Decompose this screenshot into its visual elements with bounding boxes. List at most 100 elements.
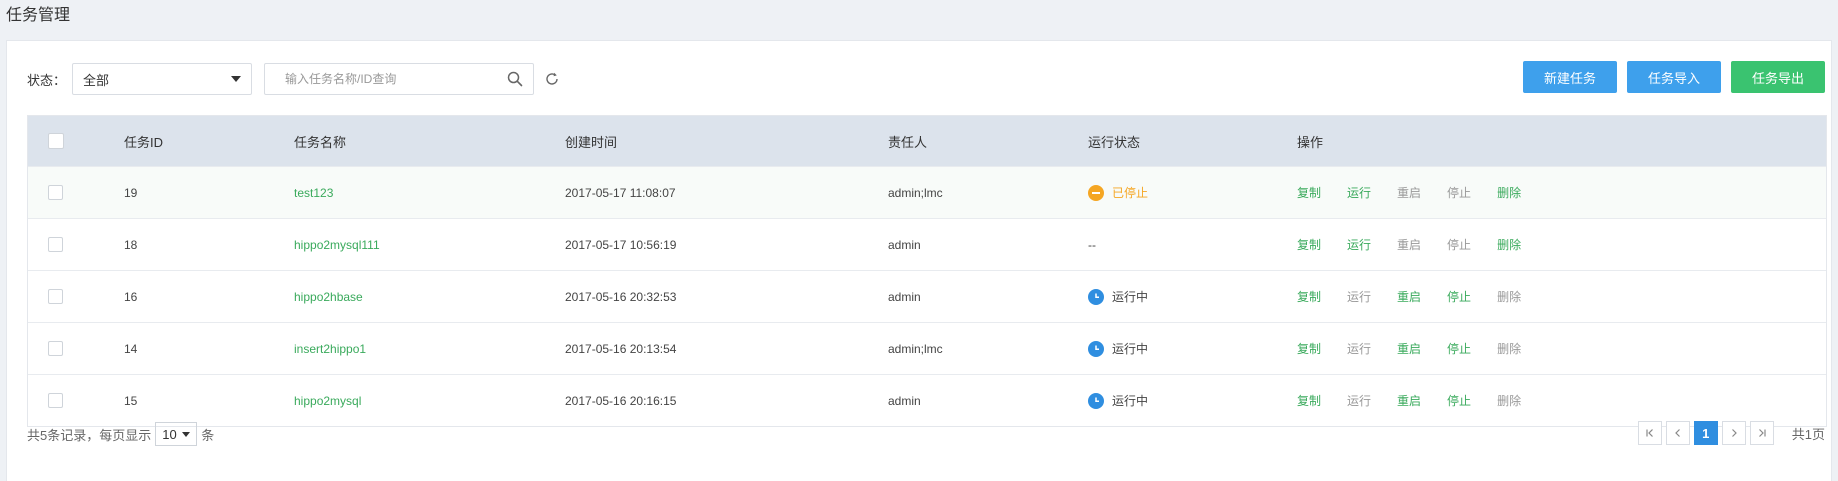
task-name-link[interactable]: hippo2mysql111: [294, 238, 380, 252]
copy-button[interactable]: 复制: [1297, 340, 1321, 357]
task-created: 2017-05-16 20:32:53: [565, 289, 677, 304]
delete-button[interactable]: 删除: [1497, 288, 1521, 305]
run-button[interactable]: 运行: [1347, 236, 1371, 253]
select-all-checkbox[interactable]: [48, 133, 64, 149]
page-size-value: 10: [162, 426, 177, 442]
action-buttons: 新建任务 任务导入 任务导出: [1522, 61, 1825, 93]
last-page-icon[interactable]: [1749, 421, 1774, 445]
task-owner: admin: [888, 289, 921, 304]
header-id: 任务ID: [124, 134, 164, 150]
header-name: 任务名称: [294, 134, 347, 150]
task-created: 2017-05-16 20:16:15: [565, 393, 677, 408]
run-button[interactable]: 运行: [1347, 288, 1371, 305]
stop-button[interactable]: 停止: [1447, 288, 1471, 305]
delete-button[interactable]: 删除: [1497, 340, 1521, 357]
task-owner: admin: [888, 393, 921, 408]
page-size-unit: 条: [201, 427, 215, 443]
row-ops: 复制 运行 重启 停止 删除: [1297, 236, 1826, 253]
refresh-icon[interactable]: [540, 67, 564, 91]
task-owner: admin;lmc: [888, 185, 943, 200]
task-status: 运行中: [1088, 392, 1297, 409]
running-clock-icon: [1088, 392, 1104, 409]
page-total-text: 共1页: [1791, 426, 1825, 442]
table-row: 16 hippo2hbase 2017-05-16 20:32:53 admin…: [28, 270, 1826, 322]
row-checkbox[interactable]: [48, 341, 63, 356]
restart-button[interactable]: 重启: [1397, 392, 1421, 409]
restart-button[interactable]: 重启: [1397, 184, 1421, 201]
stop-button[interactable]: 停止: [1447, 184, 1471, 201]
status-text: 已停止: [1112, 186, 1149, 200]
task-name-link[interactable]: hippo2mysql: [294, 394, 361, 408]
task-owner: admin: [888, 237, 921, 252]
stop-button[interactable]: 停止: [1447, 236, 1471, 253]
status-filter-select[interactable]: 全部: [72, 63, 253, 95]
record-count-text: 共5条记录，每页显示: [27, 427, 152, 443]
restart-button[interactable]: 重启: [1397, 236, 1421, 253]
table-footer: 共5条记录，每页显示 10 条: [27, 421, 214, 447]
export-task-button[interactable]: 任务导出: [1730, 61, 1825, 93]
running-clock-icon: [1088, 340, 1104, 357]
restart-button[interactable]: 重启: [1397, 288, 1421, 305]
row-checkbox[interactable]: [48, 185, 63, 200]
delete-button[interactable]: 删除: [1497, 236, 1521, 253]
stop-button[interactable]: 停止: [1447, 340, 1471, 357]
task-created: 2017-05-17 11:08:07: [565, 185, 676, 200]
page-title: 任务管理: [6, 7, 71, 24]
task-created: 2017-05-17 10:56:19: [565, 237, 677, 252]
current-page-button[interactable]: 1: [1693, 421, 1718, 445]
search-icon[interactable]: [497, 64, 533, 94]
import-task-button[interactable]: 任务导入: [1626, 61, 1721, 93]
row-ops: 复制 运行 重启 停止 删除: [1297, 288, 1826, 305]
task-id: 19: [124, 185, 138, 200]
status-text: 运行中: [1112, 394, 1149, 408]
next-page-icon[interactable]: [1721, 421, 1746, 445]
header-status: 运行状态: [1088, 134, 1141, 150]
pagination: 1 共1页: [1637, 421, 1825, 445]
task-id: 15: [124, 393, 138, 408]
search-box: [264, 63, 535, 95]
caret-down-icon: [231, 76, 242, 82]
prev-page-icon[interactable]: [1665, 421, 1690, 445]
task-created: 2017-05-16 20:13:54: [565, 341, 677, 356]
task-panel: 状态： 全部 新建任务 任务导入 任务导出 任务ID 任务名称 创建时间 责任人…: [6, 40, 1832, 481]
row-ops: 复制 运行 重启 停止 删除: [1297, 392, 1826, 409]
task-name-link[interactable]: test123: [294, 186, 333, 200]
header-created: 创建时间: [565, 134, 618, 150]
copy-button[interactable]: 复制: [1297, 288, 1321, 305]
first-page-icon[interactable]: [1637, 421, 1662, 445]
status-filter-value: 全部: [83, 72, 110, 88]
restart-button[interactable]: 重启: [1397, 340, 1421, 357]
running-clock-icon: [1088, 288, 1104, 305]
header-owner: 责任人: [888, 134, 928, 150]
filter-bar: 状态： 全部: [27, 63, 564, 95]
table-header: 任务ID 任务名称 创建时间 责任人 运行状态 操作: [28, 116, 1826, 166]
task-status: 已停止: [1088, 184, 1297, 201]
row-ops: 复制 运行 重启 停止 删除: [1297, 184, 1826, 201]
search-input[interactable]: [265, 64, 498, 94]
task-name-link[interactable]: insert2hippo1: [294, 342, 366, 356]
status-text: 运行中: [1112, 342, 1149, 356]
task-owner: admin;lmc: [888, 341, 943, 356]
run-button[interactable]: 运行: [1347, 184, 1371, 201]
copy-button[interactable]: 复制: [1297, 184, 1321, 201]
delete-button[interactable]: 删除: [1497, 184, 1521, 201]
stopped-icon: [1088, 184, 1104, 201]
run-button[interactable]: 运行: [1347, 340, 1371, 357]
header-ops: 操作: [1297, 134, 1324, 150]
task-name-link[interactable]: hippo2hbase: [294, 290, 363, 304]
row-checkbox[interactable]: [48, 289, 63, 304]
stop-button[interactable]: 停止: [1447, 392, 1471, 409]
status-filter-label: 状态：: [27, 72, 67, 88]
row-checkbox[interactable]: [48, 393, 63, 408]
table-row: 18 hippo2mysql111 2017-05-17 10:56:19 ad…: [28, 218, 1826, 270]
run-button[interactable]: 运行: [1347, 392, 1371, 409]
copy-button[interactable]: 复制: [1297, 392, 1321, 409]
table-row: 19 test123 2017-05-17 11:08:07 admin;lmc…: [28, 166, 1826, 218]
row-checkbox[interactable]: [48, 237, 63, 252]
delete-button[interactable]: 删除: [1497, 392, 1521, 409]
copy-button[interactable]: 复制: [1297, 236, 1321, 253]
page-size-select[interactable]: 10: [155, 422, 198, 446]
status-text: --: [1088, 237, 1096, 252]
task-table: 任务ID 任务名称 创建时间 责任人 运行状态 操作 19 test123 20…: [27, 115, 1827, 427]
new-task-button[interactable]: 新建任务: [1522, 61, 1617, 93]
